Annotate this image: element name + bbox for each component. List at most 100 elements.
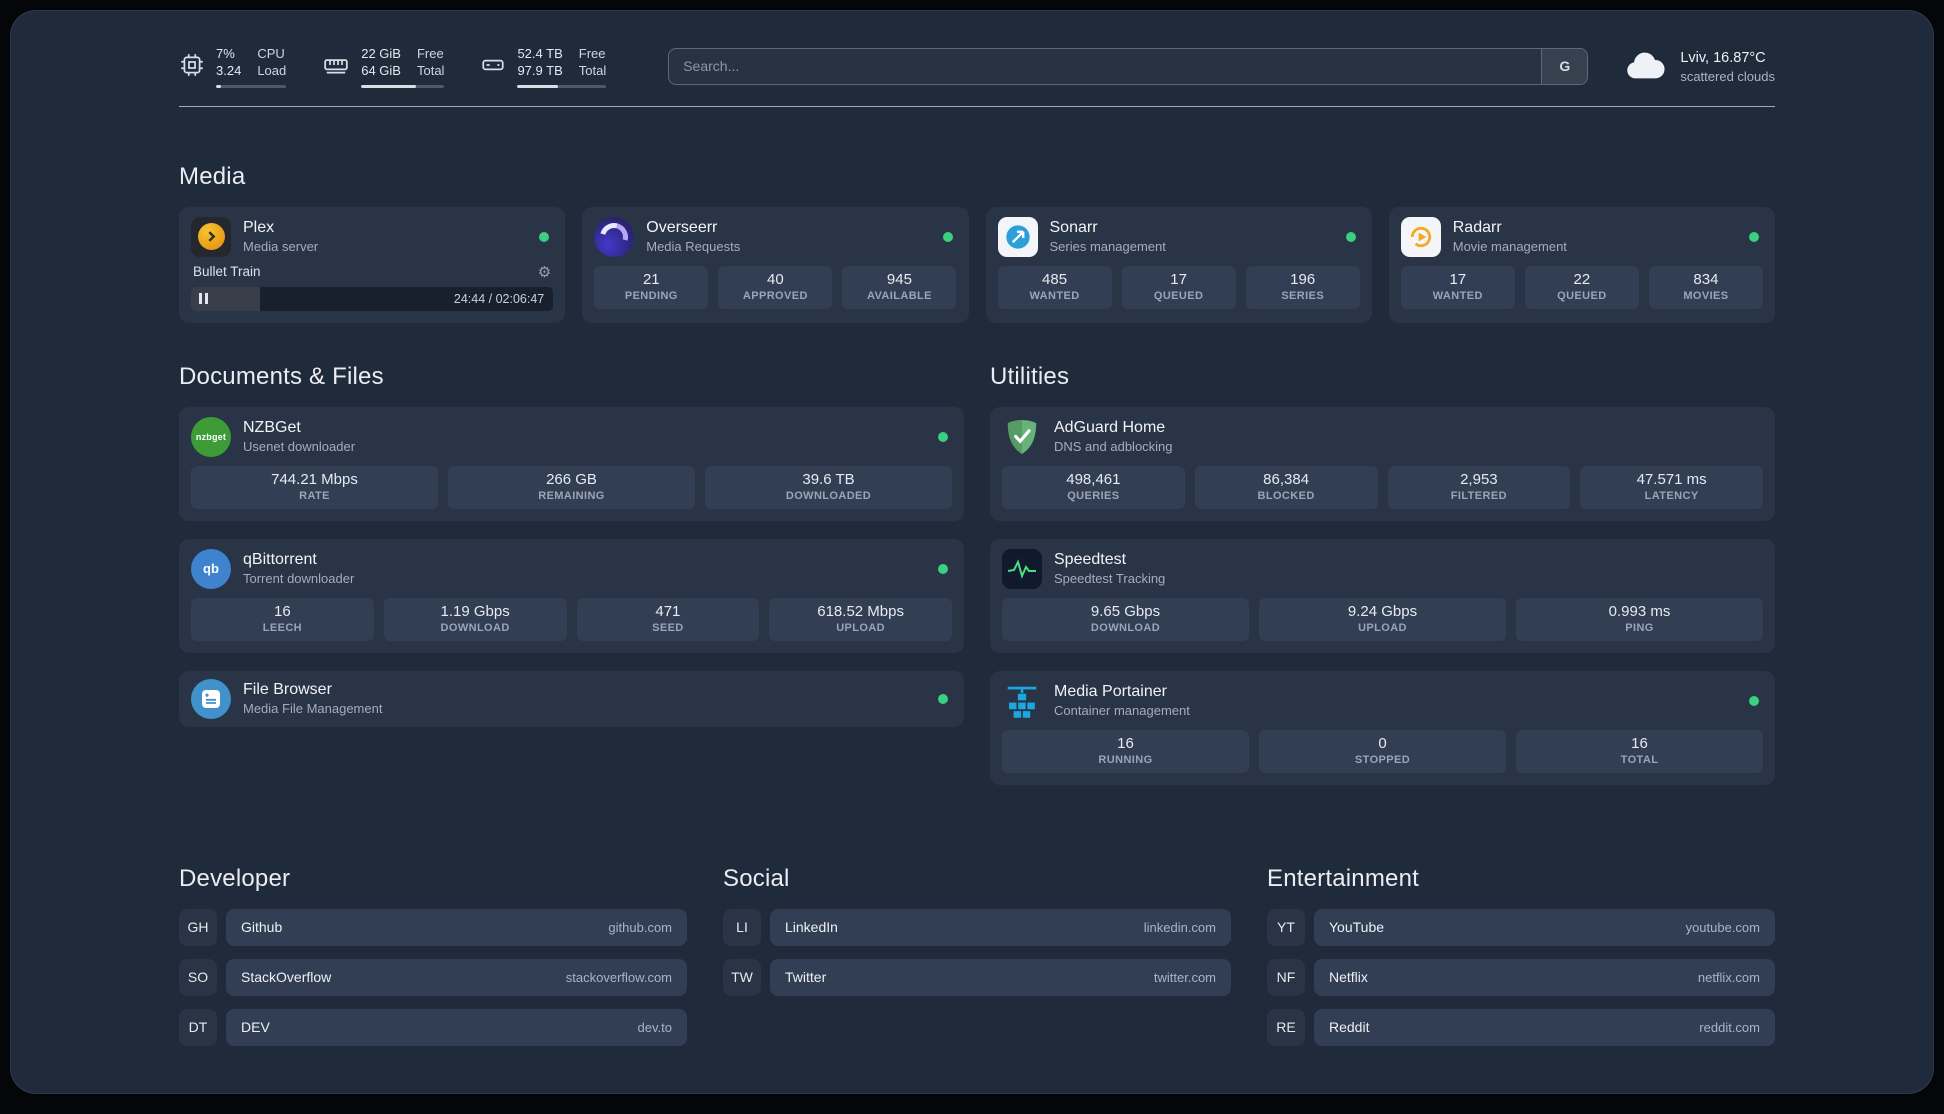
bookmark-linkedin[interactable]: LI LinkedIn linkedin.com	[723, 908, 1231, 946]
bookmark-netflix[interactable]: NF Netflix netflix.com	[1267, 958, 1775, 996]
bookmark-twitter[interactable]: TW Twitter twitter.com	[723, 958, 1231, 996]
service-card-sonarr[interactable]: Sonarr Series management 485 WANTED 17 Q…	[985, 206, 1372, 323]
stat-value: 9.24 Gbps	[1347, 602, 1418, 620]
bookmark-github[interactable]: GH Github github.com	[179, 908, 687, 946]
cloud-icon	[1622, 47, 1668, 86]
bookmark-name: YouTube	[1329, 919, 1385, 936]
service-card-overseerr[interactable]: Overseerr Media Requests 21 PENDING 40 A…	[582, 206, 969, 323]
service-subtitle: Media server	[243, 238, 319, 254]
status-dot	[539, 231, 550, 242]
bookmark-group-title: Social	[723, 864, 790, 892]
disk-total-label: Total	[578, 62, 607, 78]
stat-value: 498,461	[1066, 470, 1121, 488]
section-title-utilities: Utilities	[990, 362, 1070, 390]
disk-free-label: Free	[578, 46, 606, 61]
portainer-icon	[1002, 681, 1042, 721]
status-dot	[938, 693, 948, 704]
pause-icon[interactable]	[199, 293, 208, 305]
stat-label: MOVIES	[1683, 289, 1729, 302]
stat-seed: 471 SEED	[576, 597, 760, 641]
stat-label: APPROVED	[742, 289, 808, 302]
bookmark-domain: netflix.com	[1697, 969, 1760, 985]
stat-label: RUNNING	[1098, 753, 1153, 766]
stat-label: PING	[1625, 621, 1654, 634]
service-card-adguard[interactable]: AdGuard Home DNS and adblocking 498,461 …	[990, 406, 1775, 521]
service-name: Overseerr	[646, 218, 718, 236]
memory-free-label: Free	[416, 46, 444, 61]
bookmark-domain: github.com	[608, 919, 672, 935]
service-subtitle: Container management	[1054, 702, 1190, 718]
service-card-radarr[interactable]: Radarr Movie management 17 WANTED 22 QUE…	[1388, 206, 1775, 323]
stat-label: LATENCY	[1644, 489, 1699, 502]
bookmark-domain: youtube.com	[1685, 919, 1760, 935]
stat-value: 22	[1573, 270, 1591, 288]
bookmark-abbr: LI	[723, 908, 761, 946]
service-name: Media Portainer	[1054, 682, 1167, 700]
playback-progress-bar[interactable]: 24:44 / 02:06:47	[191, 286, 554, 311]
stat-label: RATE	[299, 489, 330, 502]
stat-movies: 834 MOVIES	[1648, 265, 1763, 309]
cpu-widget: 7% 3.24 CPU Load	[179, 45, 287, 88]
sonarr-icon	[997, 216, 1038, 257]
status-dot	[1749, 695, 1759, 706]
service-card-nzbget[interactable]: nzbget NZBGet Usenet downloader 744.21 M…	[179, 406, 964, 521]
service-name: Sonarr	[1049, 218, 1098, 236]
status-dot	[938, 431, 948, 442]
search-input[interactable]	[669, 48, 1542, 84]
bookmark-group-social: Social LI LinkedIn linkedin.com TW Twitt…	[723, 865, 1231, 1059]
service-card-speedtest[interactable]: Speedtest Speedtest Tracking 9.65 Gbps D…	[990, 538, 1775, 653]
service-subtitle: Media Requests	[646, 238, 741, 254]
bookmark-name: Twitter	[785, 969, 827, 986]
section-documents: Documents & Files nzbget NZBGet Usenet d…	[179, 363, 964, 803]
stat-label: UPLOAD	[1358, 621, 1407, 634]
qbittorrent-icon: qb	[191, 548, 231, 589]
service-name: Radarr	[1452, 218, 1502, 236]
stat-value: 834	[1693, 270, 1719, 288]
bookmark-youtube[interactable]: YT YouTube youtube.com	[1267, 908, 1775, 946]
service-name: NZBGet	[243, 418, 301, 436]
service-card-portainer[interactable]: Media Portainer Container management 16 …	[990, 670, 1775, 785]
service-card-filebrowser[interactable]: File Browser Media File Management	[179, 670, 964, 727]
disk-icon	[480, 45, 506, 85]
service-name: AdGuard Home	[1054, 418, 1166, 436]
bookmark-domain: twitter.com	[1153, 969, 1216, 985]
memory-total-value: 64 GiB	[361, 62, 401, 78]
overseerr-icon	[594, 216, 635, 257]
stat-label: PENDING	[624, 289, 678, 302]
bookmark-reddit[interactable]: RE Reddit reddit.com	[1267, 1008, 1775, 1046]
adguard-icon	[1002, 417, 1042, 457]
memory-widget: 22 GiB 64 GiB Free Total	[322, 45, 445, 88]
qbittorrent-icon-text: qb	[203, 561, 219, 577]
search-bar: G	[668, 47, 1589, 85]
service-subtitle: Usenet downloader	[243, 438, 356, 454]
status-dot	[942, 231, 953, 242]
disk-total-value: 97.9 TB	[517, 62, 563, 78]
status-dot	[1345, 231, 1356, 242]
stat-label: WANTED	[1029, 289, 1080, 302]
stat-label: WANTED	[1432, 289, 1483, 302]
cpu-usage-bar	[216, 84, 287, 88]
bookmark-name: Github	[241, 919, 283, 936]
service-name: qBittorrent	[243, 550, 317, 568]
stat-label: LEECH	[262, 621, 303, 634]
plex-icon	[191, 216, 231, 257]
gear-icon[interactable]: ⚙	[538, 263, 551, 281]
stat-pending: 21 PENDING	[594, 265, 709, 309]
stat-wanted: 485 WANTED	[997, 265, 1112, 309]
stat-available: 945 AVAILABLE	[842, 265, 957, 309]
bookmark-name: Netflix	[1329, 969, 1368, 986]
search-provider-button[interactable]: G	[1541, 48, 1588, 84]
bookmark-name: LinkedIn	[785, 919, 838, 936]
bookmark-group-title: Entertainment	[1267, 864, 1420, 892]
service-subtitle: DNS and adblocking	[1054, 438, 1173, 454]
service-card-qbittorrent[interactable]: qb qBittorrent Torrent downloader 16 LEE…	[179, 538, 964, 653]
section-title-documents: Documents & Files	[179, 362, 384, 390]
stat-label: QUEUED	[1557, 289, 1607, 302]
memory-icon	[322, 45, 350, 85]
stat-value: 485	[1042, 270, 1068, 288]
bookmark-dev[interactable]: DT DEV dev.to	[179, 1008, 687, 1046]
stat-running: 16 RUNNING	[1002, 729, 1249, 773]
service-card-plex[interactable]: Plex Media server Bullet Train ⚙ 24:44 /…	[179, 206, 566, 323]
plex-now-playing: Bullet Train ⚙ 24:44 / 02:06:47	[191, 263, 554, 311]
bookmark-stackoverflow[interactable]: SO StackOverflow stackoverflow.com	[179, 958, 687, 996]
